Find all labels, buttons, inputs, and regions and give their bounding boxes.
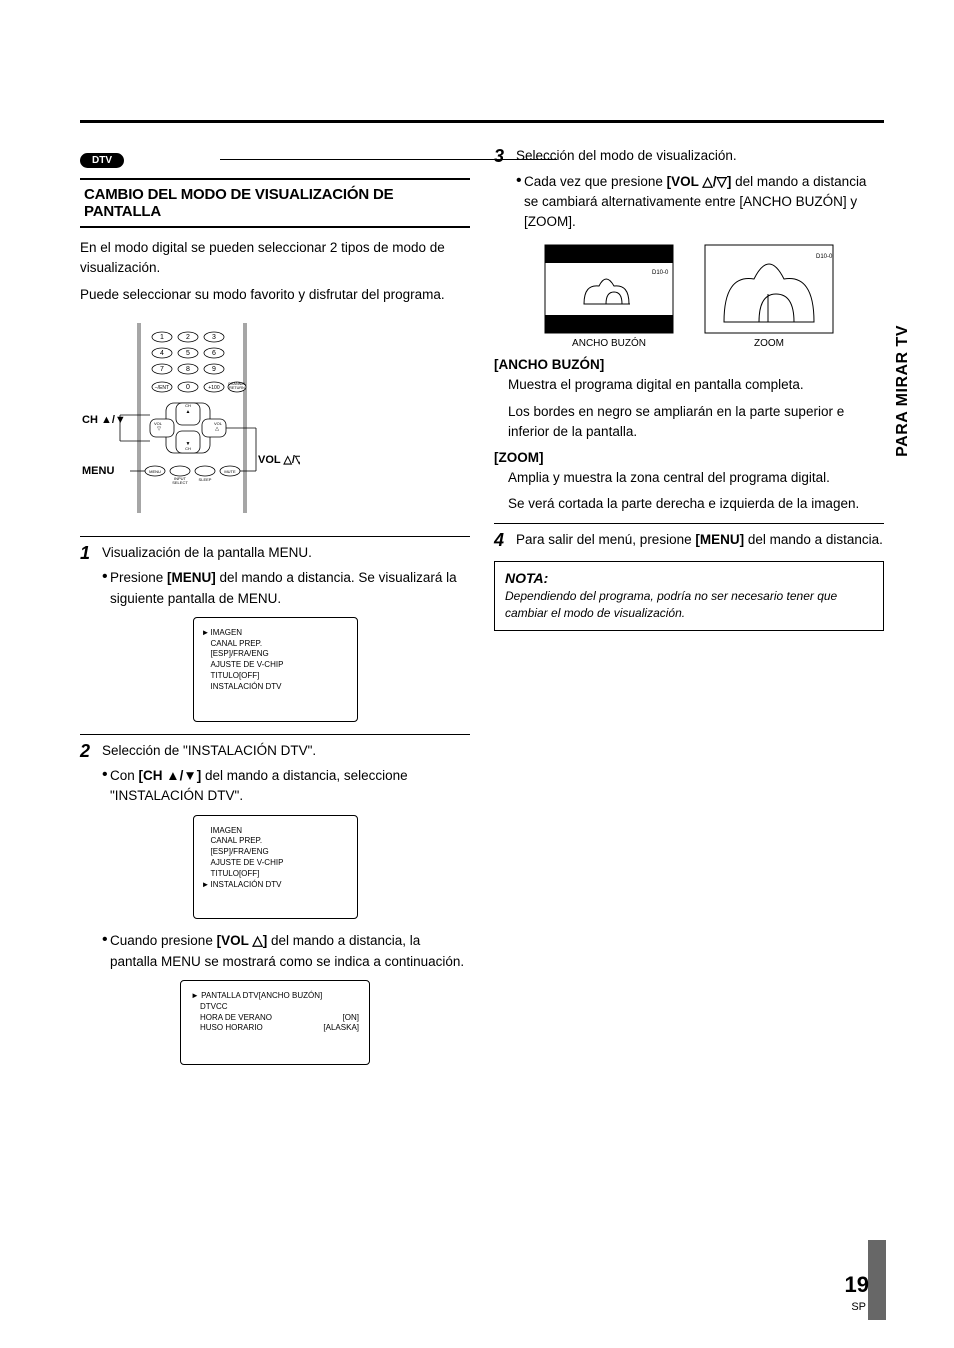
svg-text:6: 6 — [212, 350, 216, 357]
svg-text:7: 7 — [160, 366, 164, 373]
svg-text:MENU: MENU — [82, 465, 114, 477]
svg-text:2: 2 — [186, 334, 190, 341]
step-4: 4 Para salir del menú, presione [MENU] d… — [494, 530, 884, 552]
svg-text:4: 4 — [160, 350, 164, 357]
page-number: 19 — [845, 1272, 869, 1298]
display-mode-illustrations: D10-0 ANCHO BUZÓN D10-0 ZOOM — [494, 244, 884, 349]
svg-text:MENU: MENU — [149, 469, 161, 474]
step-number: 3 — [494, 146, 516, 168]
intro-2: Puede seleccionar su modo favorito y dis… — [80, 285, 470, 305]
step-number: 2 — [80, 741, 102, 763]
mode-ancho-title: [ANCHO BUZÓN] — [494, 357, 884, 372]
svg-text:+100: +100 — [208, 385, 219, 391]
svg-text:VOL: VOL — [154, 421, 163, 426]
note-body: Dependiendo del programa, podría no ser … — [505, 588, 873, 622]
section-title: CAMBIO DEL MODO DE VISUALIZACIÓN DE PANT… — [80, 178, 470, 228]
step-number: 1 — [80, 543, 102, 565]
step-1-bullet: • Presione [MENU] del mando a distancia.… — [102, 568, 470, 609]
step-1-title: Visualización de la pantalla MENU. — [102, 543, 470, 565]
mode-zoom-p2: Se verá cortada la parte derecha e izqui… — [508, 494, 884, 514]
note-box: NOTA: Dependiendo del programa, podría n… — [494, 561, 884, 631]
illus-label-ancho: ANCHO BUZÓN — [544, 338, 674, 349]
step-2-bullet-1: • Con [CH ▲/▼] del mando a distancia, se… — [102, 766, 470, 807]
dtv-menu-screen: ► PANTALLA DTV[ANCHO BUZÓN] DTVCC HORA D… — [180, 980, 370, 1065]
svg-text:▽: ▽ — [157, 426, 161, 432]
svg-text:D10-0: D10-0 — [652, 270, 669, 276]
left-column: DTV CAMBIO DEL MODO DE VISUALIZACIÓN DE … — [80, 146, 470, 1077]
step-3-bullet: • Cada vez que presione [VOL △/▽] del ma… — [516, 172, 884, 233]
svg-text:SELECT: SELECT — [172, 480, 188, 485]
step-2: 2 Selección de "INSTALACIÓN DTV". — [80, 741, 470, 763]
note-title: NOTA: — [505, 570, 873, 586]
step-number: 4 — [494, 530, 516, 552]
svg-text:▲: ▲ — [186, 409, 191, 415]
svg-text:CH: CH — [185, 403, 191, 408]
svg-text:8: 8 — [186, 366, 190, 373]
illus-label-zoom: ZOOM — [704, 338, 834, 349]
zoom-illus: D10-0 — [704, 244, 834, 334]
svg-text:CH: CH — [185, 446, 191, 451]
mode-ancho-p1: Muestra el programa digital en pantalla … — [508, 375, 884, 395]
dtv-line — [220, 159, 557, 160]
svg-text:MUTE: MUTE — [224, 469, 236, 474]
side-stripe — [868, 1240, 886, 1320]
svg-text:3: 3 — [212, 334, 216, 341]
mode-zoom-p1: Amplia y muestra la zona central del pro… — [508, 468, 884, 488]
svg-text:5: 5 — [186, 350, 190, 357]
step-3: 3 Selección del modo de visualización. — [494, 146, 884, 168]
side-section-tab: PARA MIRAR TV — [894, 325, 912, 457]
right-column: 3 Selección del modo de visualización. •… — [494, 146, 884, 1077]
menu-screen-2: IMAGEN CANAL PREP. [ESP]/FRA/ENG AJUSTE … — [193, 815, 358, 920]
svg-text:1: 1 — [160, 334, 164, 341]
step-3-title: Selección del modo de visualización. — [516, 146, 884, 168]
menu-screen-1: ►IMAGEN CANAL PREP. [ESP]/FRA/ENG AJUSTE… — [193, 617, 358, 722]
svg-text:VOL: VOL — [214, 421, 223, 426]
svg-text:SLEEP: SLEEP — [199, 477, 212, 482]
remote-diagram: 123 456 789 0 –/ENT +100 CHANNEL RETURN — [80, 323, 300, 513]
ancho-buzon-illus: D10-0 — [544, 244, 674, 334]
top-rule — [80, 120, 884, 123]
svg-text:9: 9 — [212, 366, 216, 373]
step-2-title: Selección de "INSTALACIÓN DTV". — [102, 741, 470, 763]
step-4-text: Para salir del menú, presione [MENU] del… — [516, 530, 884, 552]
mode-zoom-title: [ZOOM] — [494, 450, 884, 465]
svg-text:△: △ — [215, 426, 219, 432]
step-2-bullet-2: • Cuando presione [VOL △] del mando a di… — [102, 931, 470, 972]
mode-ancho-p2: Los bordes en negro se ampliarán en la p… — [508, 402, 884, 443]
svg-text:–/ENT: –/ENT — [155, 385, 169, 391]
svg-text:VOL △/▽: VOL △/▽ — [258, 454, 300, 466]
svg-text:CH ▲/▼: CH ▲/▼ — [82, 414, 126, 426]
page-sp-label: SP — [851, 1301, 866, 1313]
manual-page: PARA MIRAR TV 19 SP DTV CAMBIO DEL MODO … — [0, 0, 954, 1348]
svg-text:0: 0 — [186, 384, 190, 391]
intro-1: En el modo digital se pueden seleccionar… — [80, 238, 470, 277]
svg-text:D10-0: D10-0 — [816, 254, 833, 260]
svg-text:RETURN: RETURN — [229, 386, 245, 390]
dtv-badge: DTV — [80, 153, 124, 168]
step-1: 1 Visualización de la pantalla MENU. — [80, 543, 470, 565]
